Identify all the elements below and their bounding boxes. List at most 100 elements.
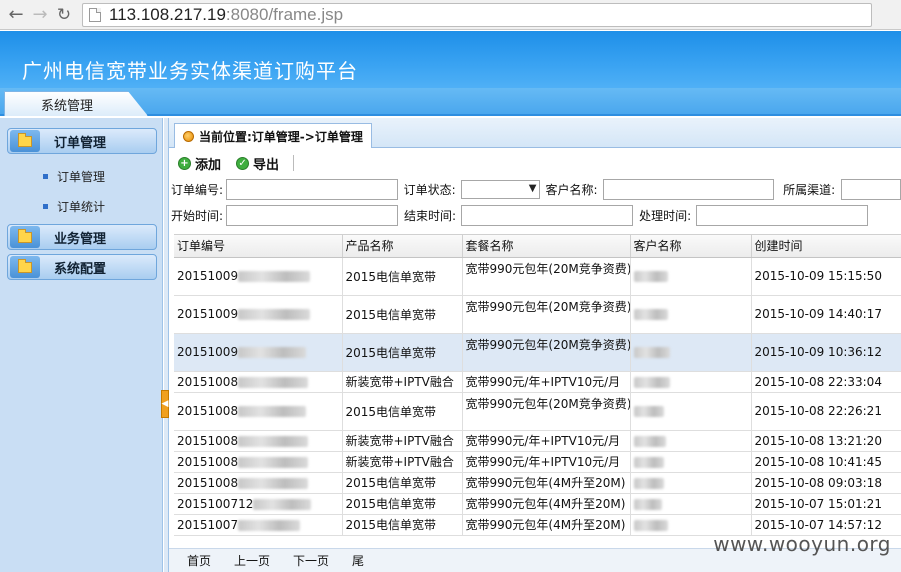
created-time-cell: 2015-10-09 14:40:17 [751, 295, 901, 334]
order-id-text: 20151009 [177, 345, 239, 359]
order-id-text: 20151009 [177, 269, 239, 283]
table-row[interactable]: 20151008 新装宽带+IPTV融合 宽带990元/年+IPTV10元/月 201… [174, 430, 901, 452]
column-header[interactable]: 产品名称 [342, 235, 463, 258]
prev-page-link[interactable]: 上一页 [234, 552, 270, 569]
order-id-cell: 20151009 [174, 257, 343, 296]
browser-toolbar: ← → ↻ 113.108.217.19 :8080/frame.jsp [0, 0, 901, 30]
redacted-text [633, 406, 664, 417]
order-status-label: 订单状态: [403, 182, 456, 197]
start-time-label: 开始时间: [171, 208, 224, 223]
package-cell: 宽带990元包年(20M竞争资费) [462, 392, 631, 431]
redacted-text [238, 435, 309, 447]
sidebar-item-order-statistics[interactable]: 订单统计 [43, 198, 105, 215]
created-time-cell: 2015-10-08 22:33:04 [751, 371, 901, 393]
sidebar-group-label: 订单管理 [54, 135, 107, 151]
package-cell: 宽带990元包年(4M升至20M) [462, 472, 631, 494]
app-header: 广州电信宽带业务实体渠道订购平台 [0, 31, 901, 88]
product-cell: 2015电信单宽带 [342, 514, 463, 536]
folder-icon [10, 130, 40, 152]
table-row[interactable]: 20151008 2015电信单宽带 宽带990元包年(20M竞争资费) 2015-1… [174, 392, 901, 431]
created-time-cell: 2015-10-07 15:01:21 [751, 493, 901, 515]
order-id-cell: 20151008 [174, 392, 343, 431]
end-time-label: 结束时间: [404, 208, 457, 223]
start-time-input[interactable] [226, 204, 399, 226]
main-tab-bar: 系统管理 [0, 88, 901, 116]
url-host: 113.108.217.19 [109, 4, 226, 24]
redacted-text [238, 519, 301, 531]
end-time-input[interactable] [461, 204, 634, 226]
table-row[interactable]: 20151009 2015电信单宽带 宽带990元包年(20M竞争资费) 2015-1… [174, 333, 901, 372]
package-cell: 宽带990元/年+IPTV10元/月 [462, 430, 631, 452]
table-row[interactable]: 20151008 新装宽带+IPTV融合 宽带990元/年+IPTV10元/月 201… [174, 451, 901, 473]
first-page-link[interactable]: 首页 [187, 552, 211, 569]
order-id-text: 20151009 [177, 307, 239, 321]
customer-name-input[interactable] [602, 178, 775, 200]
back-arrow-icon[interactable]: ← [4, 3, 28, 27]
created-time-cell: 2015-10-09 15:15:50 [751, 257, 901, 296]
product-cell: 2015电信单宽带 [342, 295, 463, 334]
filter-row-1: 订单编号: 订单状态: ▼ 客户名称: 所属渠道: [169, 176, 901, 202]
redacted-text [633, 347, 670, 358]
redacted-text [633, 435, 666, 447]
table-row[interactable]: 20151009 2015电信单宽带 宽带990元包年(20M竞争资费) 2015-1… [174, 257, 901, 296]
table-row[interactable]: 2015100712 2015电信单宽带 宽带990元包年(4M升至20M) 2015… [174, 493, 901, 515]
order-id-text: 2015100712 [177, 496, 254, 511]
process-time-input[interactable] [696, 204, 869, 226]
product-cell: 新装宽带+IPTV融合 [342, 371, 463, 393]
order-id-cell: 2015100712 [174, 493, 343, 515]
order-id-text: 20151008 [177, 433, 239, 448]
sidebar-item-order-management[interactable]: 订单管理 [43, 168, 105, 185]
breadcrumb[interactable]: 当前位置:订单管理->订单管理 [174, 123, 372, 148]
folder-icon [10, 226, 40, 248]
collapse-sidebar-icon[interactable]: ◀ [161, 390, 169, 418]
redacted-text [633, 498, 662, 510]
table-row[interactable]: 20151008 2015电信单宽带 宽带990元包年(4M升至20M) 2015-1… [174, 472, 901, 494]
tab-system-management[interactable]: 系统管理 [4, 91, 148, 116]
product-cell: 2015电信单宽带 [342, 493, 463, 515]
redacted-text [253, 498, 312, 510]
table-row[interactable]: 20151008 新装宽带+IPTV融合 宽带990元/年+IPTV10元/月 201… [174, 371, 901, 393]
address-bar[interactable]: 113.108.217.19 :8080/frame.jsp [82, 2, 872, 27]
redacted-text [238, 271, 311, 282]
package-cell: 宽带990元包年(20M竞争资费) [462, 295, 631, 334]
table-row[interactable]: 20151009 2015电信单宽带 宽带990元包年(20M竞争资费) 2015-1… [174, 295, 901, 334]
created-time-cell: 2015-10-08 22:26:21 [751, 392, 901, 431]
export-button-label: 导出 [253, 157, 280, 173]
customer-cell [630, 430, 752, 452]
app-title: 广州电信宽带业务实体渠道订购平台 [22, 59, 358, 83]
order-id-text: 20151008 [177, 404, 239, 418]
next-page-link[interactable]: 下一页 [293, 552, 329, 569]
order-no-input[interactable] [226, 178, 398, 200]
package-cell: 宽带990元包年(4M升至20M) [462, 514, 631, 536]
redacted-text [238, 456, 309, 468]
sidebar-group-business-management[interactable]: 业务管理 [7, 224, 157, 250]
dropdown-arrow-icon: ▼ [528, 182, 537, 194]
add-button[interactable]: + 添加 [178, 154, 221, 173]
channel-label: 所属渠道: [783, 182, 836, 197]
reload-icon[interactable]: ↻ [52, 3, 76, 27]
redacted-text [633, 456, 664, 468]
redacted-text [633, 271, 668, 282]
channel-input[interactable] [841, 178, 901, 200]
forward-arrow-icon[interactable]: → [28, 3, 52, 27]
product-cell: 新装宽带+IPTV融合 [342, 451, 463, 473]
location-icon [183, 130, 194, 142]
redacted-text [238, 376, 309, 388]
created-time-cell: 2015-10-08 10:41:45 [751, 451, 901, 473]
export-button[interactable]: ✓ 导出 [236, 154, 279, 173]
sidebar-group-system-config[interactable]: 系统配置 [7, 254, 157, 280]
created-time-cell: 2015-10-08 09:03:18 [751, 472, 901, 494]
customer-cell [630, 295, 752, 334]
customer-cell [630, 371, 752, 393]
last-page-link[interactable]: 尾 [352, 552, 364, 569]
package-cell: 宽带990元包年(4M升至20M) [462, 493, 631, 515]
column-header[interactable]: 客户名称 [630, 235, 752, 258]
column-header[interactable]: 创建时间 [751, 235, 901, 258]
order-status-select[interactable]: ▼ [460, 179, 541, 199]
watermark: www.wooyun.org [713, 532, 891, 556]
column-header[interactable]: 订单编号 [174, 235, 343, 258]
bullet-icon [43, 174, 48, 179]
column-header[interactable]: 套餐名称 [462, 235, 631, 258]
breadcrumb-bar: 当前位置:订单管理->订单管理 [169, 118, 901, 148]
sidebar-group-order-management[interactable]: 订单管理 [7, 128, 157, 154]
